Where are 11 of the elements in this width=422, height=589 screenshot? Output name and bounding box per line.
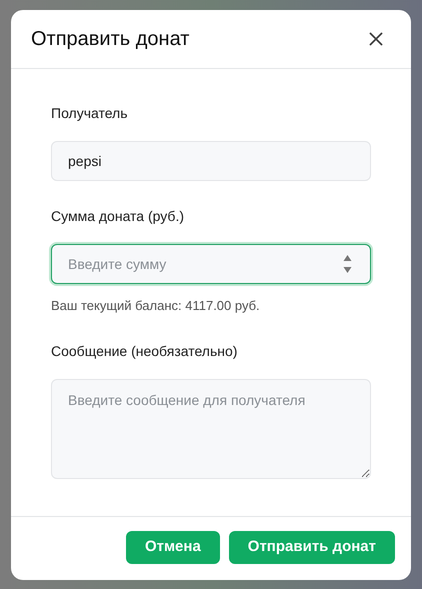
balance-hint: Ваш текущий баланс: 4117.00 руб. bbox=[51, 297, 261, 315]
send-donation-button[interactable]: Отправить донат bbox=[228, 531, 395, 564]
field-label: Сообщение (необязательно) bbox=[51, 342, 238, 361]
amount-field[interactable]: Введите сумму bbox=[51, 244, 371, 284]
dialog-title: Отправить донат bbox=[31, 27, 190, 52]
recipient-field[interactable]: pepsi bbox=[51, 141, 371, 181]
spinner-arrows-icon[interactable] bbox=[343, 254, 352, 274]
message-field[interactable]: Введите сообщение для получателя bbox=[51, 378, 371, 478]
cancel-button[interactable]: Отмена bbox=[126, 531, 220, 564]
field-label: Сумма доната (руб.) bbox=[51, 207, 185, 226]
field-label: Получатель bbox=[51, 104, 129, 123]
